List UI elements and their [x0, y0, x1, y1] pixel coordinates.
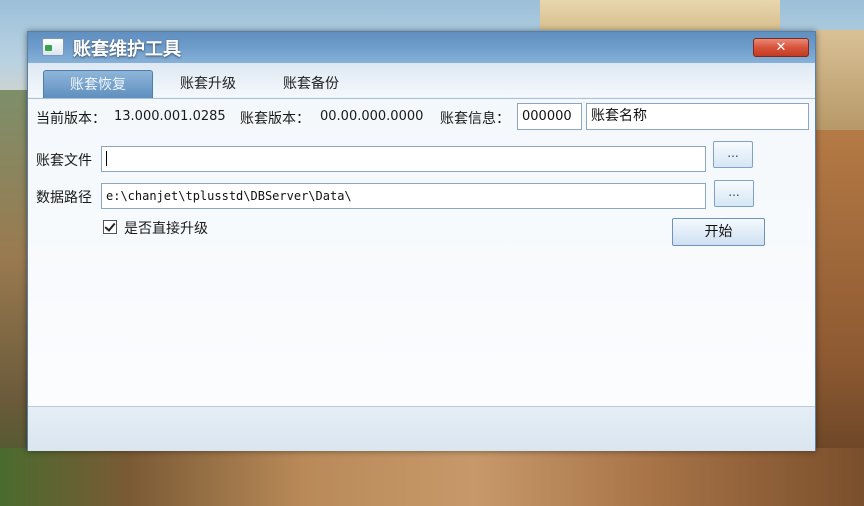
direct-upgrade-checkbox[interactable]	[103, 220, 117, 234]
tab-panel: 当前版本： 13.000.001.0285 账套版本： 00.00.000.00…	[28, 98, 815, 407]
checkmark-icon	[104, 220, 116, 232]
desktop-cliff-left	[0, 90, 28, 506]
desktop-buildings-right	[815, 30, 864, 130]
current-version-value: 13.000.001.0285	[114, 109, 226, 124]
current-version-label: 当前版本：	[36, 111, 106, 127]
tab-restore[interactable]: 账套恢复	[43, 70, 153, 98]
app-icon	[42, 38, 64, 56]
data-path-browse-button[interactable]: ...	[714, 180, 754, 207]
data-path-input[interactable]: e:\chanjet\tplusstd\DBServer\Data\	[101, 183, 706, 209]
account-file-browse-button[interactable]: ...	[713, 141, 753, 168]
tab-upgrade[interactable]: 账套升级	[163, 70, 253, 98]
window-title: 账套维护工具	[73, 39, 181, 60]
start-button[interactable]: 开始	[672, 218, 765, 246]
tab-backup[interactable]: 账套备份	[266, 70, 356, 98]
status-bar	[28, 406, 815, 451]
account-file-label: 账套文件	[36, 153, 92, 169]
account-version-label: 账套版本：	[240, 111, 310, 127]
account-info-label: 账套信息：	[440, 111, 510, 127]
data-path-label: 数据路径	[36, 190, 92, 206]
account-version-value: 00.00.000.0000	[320, 109, 424, 124]
desktop-buildings	[540, 0, 780, 30]
text-caret	[106, 151, 107, 166]
title-bar[interactable]: 账套维护工具 ✕	[28, 32, 815, 63]
account-name-field[interactable]: 账套名称	[586, 103, 809, 130]
account-file-input[interactable]	[101, 146, 706, 172]
account-maintenance-window: 账套维护工具 ✕ 账套恢复 账套升级 账套备份 当前版本： 13.000.001…	[27, 31, 816, 451]
direct-upgrade-label: 是否直接升级	[124, 221, 208, 237]
desktop-ground	[0, 448, 864, 506]
close-button[interactable]: ✕	[753, 38, 809, 57]
account-code-field[interactable]: 000000	[517, 103, 582, 130]
